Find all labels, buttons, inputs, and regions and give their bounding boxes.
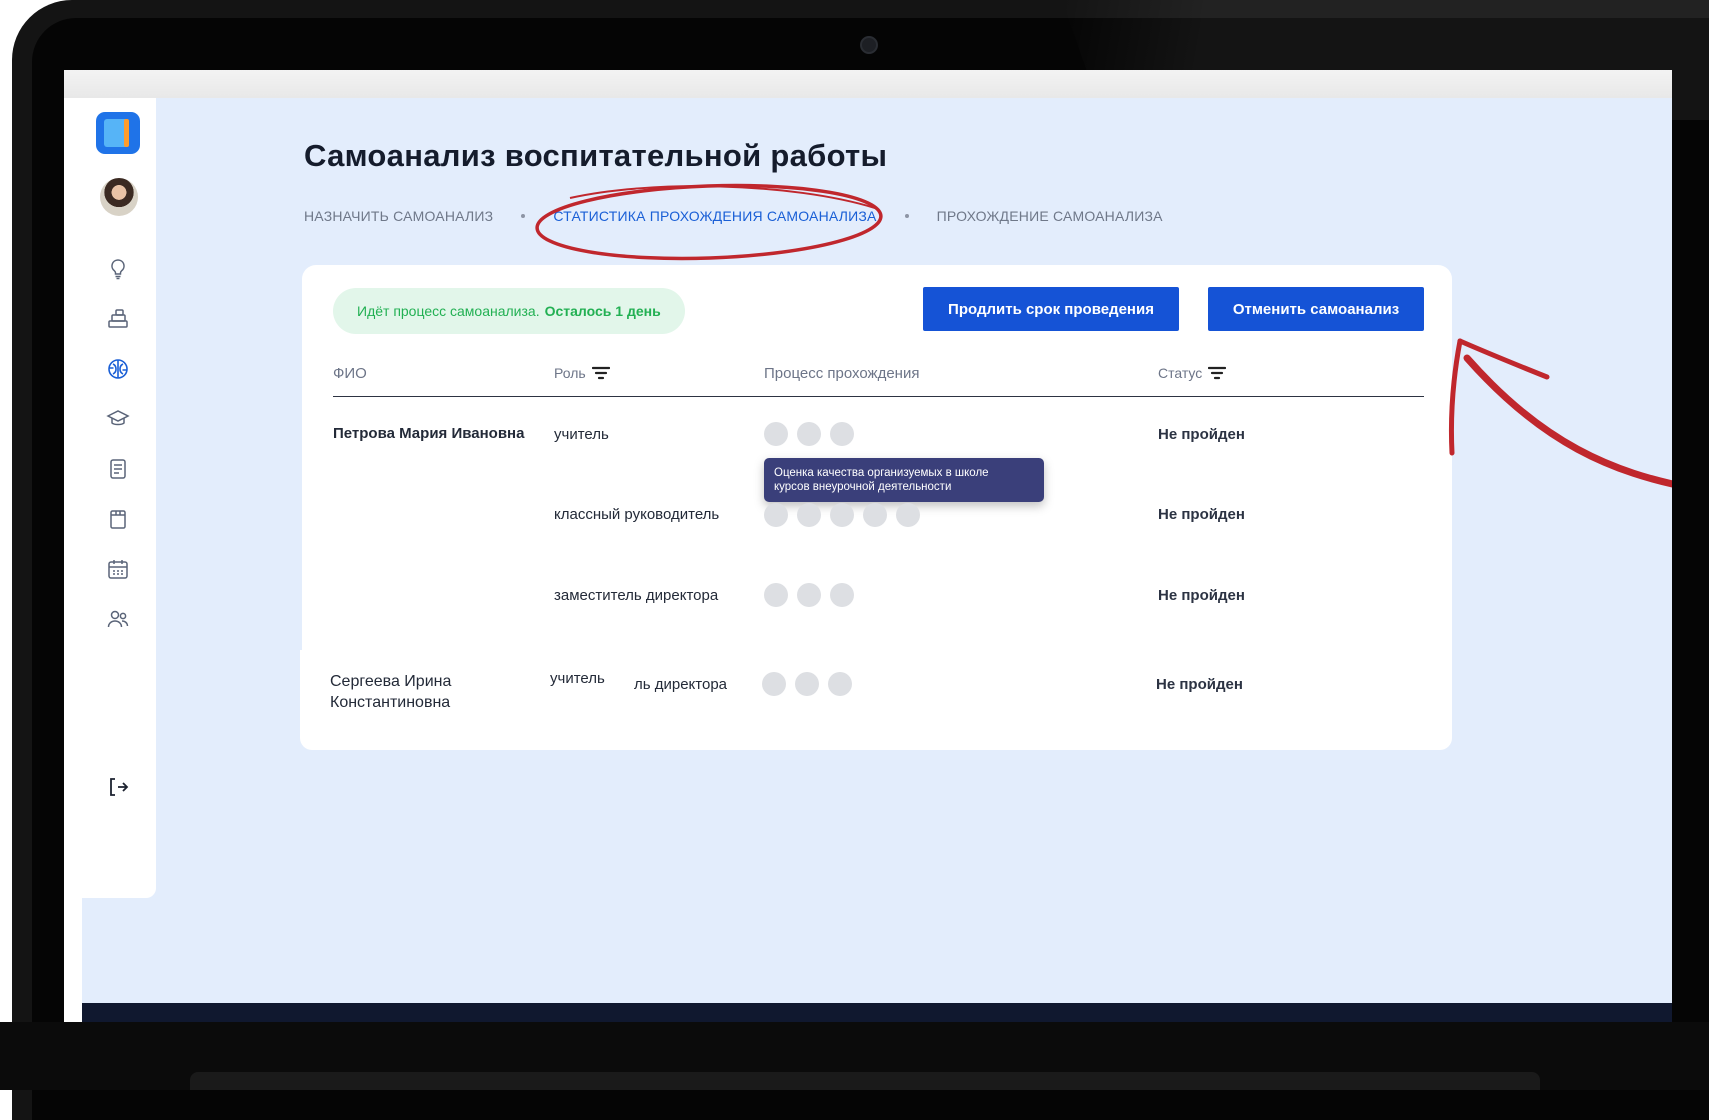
progress-step[interactable] bbox=[795, 672, 819, 696]
table-cell-role: заместитель директора bbox=[554, 587, 719, 604]
tab-passing[interactable]: ПРОХОЖДЕНИЕ САМОАНАЛИЗА bbox=[937, 208, 1163, 224]
blocks-icon[interactable] bbox=[104, 305, 132, 333]
column-header-role[interactable]: Роль bbox=[554, 365, 610, 381]
lightbulb-icon[interactable] bbox=[104, 255, 132, 283]
progress-step[interactable] bbox=[828, 672, 852, 696]
progress-step[interactable] bbox=[830, 503, 854, 527]
camera-icon bbox=[860, 36, 878, 54]
progress-steps bbox=[762, 672, 852, 696]
filter-icon[interactable] bbox=[591, 366, 610, 380]
progress-tooltip: Оценка качества организуемых в школе кур… bbox=[764, 458, 1044, 502]
progress-step[interactable] bbox=[764, 583, 788, 607]
progress-step[interactable] bbox=[764, 503, 788, 527]
clipboard-icon[interactable] bbox=[104, 505, 132, 533]
annotation-circle bbox=[535, 183, 883, 261]
table-cell-status: Не пройден bbox=[1158, 426, 1245, 443]
progress-step[interactable] bbox=[797, 503, 821, 527]
tab-assign[interactable]: НАЗНАЧИТЬ САМОАНАЛИЗ bbox=[304, 208, 493, 224]
breadcrumb-separator bbox=[904, 214, 909, 218]
table-header-divider bbox=[333, 396, 1424, 397]
table-cell-role-overlap: ль директора bbox=[634, 676, 728, 693]
progress-step[interactable] bbox=[830, 583, 854, 607]
app-window: Самоанализ воспитательной работы НАЗНАЧИ… bbox=[82, 98, 1672, 1025]
progress-step[interactable] bbox=[797, 422, 821, 446]
column-header-progress: Процесс прохождения bbox=[764, 365, 920, 382]
tooltip-line: Оценка качества организуемых в школе bbox=[774, 467, 989, 479]
status-remaining: Осталось 1 день bbox=[544, 303, 661, 319]
table-cell-role: классный руководитель bbox=[554, 506, 720, 523]
column-header-name: ФИО bbox=[333, 365, 367, 382]
status-badge: Идёт процесс самоанализа. Осталось 1 ден… bbox=[333, 288, 685, 334]
status-text: Идёт процесс самоанализа. bbox=[357, 303, 540, 319]
filter-icon[interactable] bbox=[1208, 366, 1227, 380]
progress-step[interactable] bbox=[830, 422, 854, 446]
progress-step[interactable] bbox=[797, 583, 821, 607]
browser-top-strip bbox=[64, 70, 1672, 98]
table-cell-name: Петрова Мария Ивановна bbox=[333, 425, 525, 442]
screen: Самоанализ воспитательной работы НАЗНАЧИ… bbox=[64, 70, 1672, 1025]
table-cell-name: Сергеева Ирина Константиновна bbox=[330, 673, 452, 711]
app-logo[interactable] bbox=[96, 112, 140, 154]
calendar-icon[interactable] bbox=[104, 555, 132, 583]
users-icon[interactable] bbox=[104, 605, 132, 633]
progress-steps bbox=[764, 583, 854, 607]
breadcrumb-separator bbox=[521, 214, 526, 218]
progress-step[interactable] bbox=[896, 503, 920, 527]
column-header-status[interactable]: Статус bbox=[1158, 365, 1227, 381]
stats-panel-row bbox=[300, 650, 1452, 750]
table-cell-role: учитель bbox=[550, 670, 605, 687]
cancel-self-analysis-button[interactable]: Отменить самоанализ bbox=[1208, 287, 1424, 331]
laptop-hinge bbox=[190, 1072, 1540, 1090]
page-title: Самоанализ воспитательной работы bbox=[304, 138, 888, 173]
extend-deadline-button[interactable]: Продлить срок проведения bbox=[923, 287, 1179, 331]
table-cell-status: Не пройден bbox=[1158, 506, 1245, 523]
brain-icon[interactable] bbox=[104, 355, 132, 383]
progress-steps bbox=[764, 503, 920, 527]
progress-step[interactable] bbox=[762, 672, 786, 696]
logout-icon[interactable] bbox=[104, 773, 132, 801]
annotation-arrow bbox=[1448, 338, 1672, 488]
graduation-cap-icon[interactable] bbox=[104, 405, 132, 433]
progress-steps bbox=[764, 422, 854, 446]
tooltip-line: курсов внеурочной деятельности bbox=[774, 481, 952, 493]
avatar[interactable] bbox=[100, 178, 138, 216]
progress-step[interactable] bbox=[863, 503, 887, 527]
document-icon[interactable] bbox=[104, 455, 132, 483]
table-cell-status: Не пройден bbox=[1156, 676, 1243, 693]
sidebar bbox=[82, 98, 156, 898]
table-cell-role: учитель bbox=[554, 426, 609, 443]
progress-step[interactable] bbox=[764, 422, 788, 446]
table-cell-status: Не пройден bbox=[1158, 587, 1245, 604]
